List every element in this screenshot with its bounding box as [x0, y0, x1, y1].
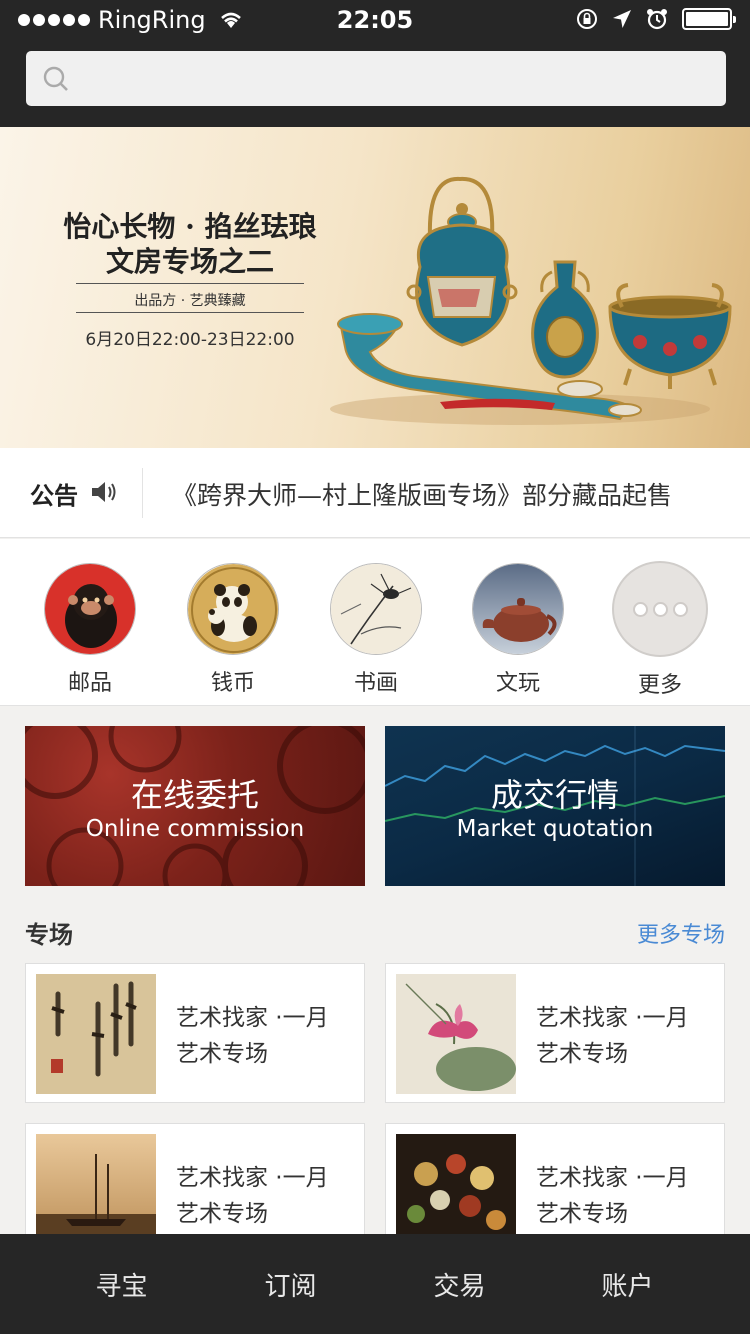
rotation-lock-icon — [577, 9, 597, 29]
item-title-line1: 艺术找家 ·一月 — [536, 1165, 689, 1191]
auction-item-card[interactable]: 艺术找家 ·一月 艺术专场 — [25, 963, 365, 1103]
category-label: 书画 — [353, 671, 398, 696]
lotus-painting-thumbnail — [396, 974, 516, 1094]
promo-title-cn: 成交行情 — [490, 776, 619, 814]
tab-treasure-hunt[interactable]: 寻宝 — [28, 1266, 215, 1303]
teapot-icon — [472, 563, 564, 655]
banner-subtitle: 出品方 · 艺典臻藏 — [134, 293, 246, 309]
item-title-line2: 艺术专场 — [536, 1201, 628, 1227]
category-coins[interactable]: 钱币 — [173, 563, 293, 697]
announcement-text[interactable]: 《跨界大师—村上隆版画专场》部分藏品起售 — [172, 476, 672, 512]
speaker-icon — [92, 482, 116, 502]
tab-account[interactable]: 账户 — [534, 1266, 721, 1303]
promo-title-en: Market quotation — [456, 816, 654, 842]
calligraphy-thumbnail — [36, 974, 156, 1094]
category-label: 更多 — [637, 673, 682, 698]
category-label: 邮品 — [67, 671, 112, 696]
item-title-line1: 艺术找家 ·一月 — [536, 1005, 689, 1031]
search-icon — [43, 66, 68, 91]
category-label: 钱币 — [210, 671, 255, 696]
painting-icon — [330, 563, 422, 655]
more-sessions-link[interactable]: 更多专场 — [637, 917, 725, 949]
category-paintings[interactable]: 书画 — [316, 563, 436, 697]
alarm-clock-icon — [647, 9, 667, 30]
online-commission-card[interactable]: 在线委托 Online commission — [25, 726, 365, 886]
announcement-divider — [142, 468, 143, 518]
bottom-tab-bar: 寻宝 订阅 交易 账户 — [0, 1234, 750, 1334]
location-arrow-icon — [613, 10, 631, 28]
monkey-stamp-icon — [44, 563, 136, 655]
status-bar: RingRing 22:05 — [0, 0, 750, 40]
more-dots-icon — [612, 561, 708, 657]
search-bar[interactable] — [26, 51, 726, 106]
category-more[interactable]: 更多 — [600, 561, 720, 699]
item-title-line1: 艺术找家 ·一月 — [176, 1005, 329, 1031]
tab-trade[interactable]: 交易 — [366, 1266, 553, 1303]
banner-divider — [76, 312, 304, 313]
banner-title-line2: 文房专场之二 — [105, 245, 274, 278]
tab-subscribe[interactable]: 订阅 — [197, 1266, 384, 1303]
top-bar: RingRing 22:05 — [0, 0, 750, 127]
promo-title-en: Online commission — [85, 816, 305, 842]
market-quotation-card[interactable]: 成交行情 Market quotation — [385, 726, 725, 886]
item-title-line2: 艺术专场 — [176, 1201, 268, 1227]
banner-title-line1: 怡心长物 · 掐丝珐琅 — [63, 210, 317, 243]
category-label: 文玩 — [495, 671, 540, 696]
banner-date: 6月20日22:00-23日22:00 — [85, 330, 295, 350]
announcement-label: 公告 — [30, 482, 78, 510]
item-title-line1: 艺术找家 ·一月 — [176, 1165, 329, 1191]
section-title: 专场 — [25, 921, 73, 949]
banner-divider — [76, 283, 304, 284]
promo-title-cn: 在线委托 — [130, 776, 259, 814]
battery-icon — [682, 8, 736, 30]
panda-coin-icon — [187, 563, 279, 655]
search-input[interactable] — [86, 51, 716, 106]
category-row: 邮品 钱币 书画 文玩 更多 — [0, 539, 750, 706]
cloisonne-artwork-image — [330, 176, 732, 425]
auction-item-card[interactable]: 艺术找家 ·一月 艺术专场 — [385, 963, 725, 1103]
hero-banner[interactable]: 怡心长物 · 掐丝珐琅 文房专场之二 出品方 · 艺典臻藏 6月20日22:00… — [0, 127, 750, 448]
announcement-bar[interactable]: 公告 《跨界大师—村上隆版画专场》部分藏品起售 — [0, 448, 750, 538]
item-title-line2: 艺术专场 — [536, 1041, 628, 1067]
category-collectibles[interactable]: 文玩 — [458, 563, 578, 697]
category-stamps[interactable]: 邮品 — [30, 563, 150, 697]
item-title-line2: 艺术专场 — [176, 1041, 268, 1067]
